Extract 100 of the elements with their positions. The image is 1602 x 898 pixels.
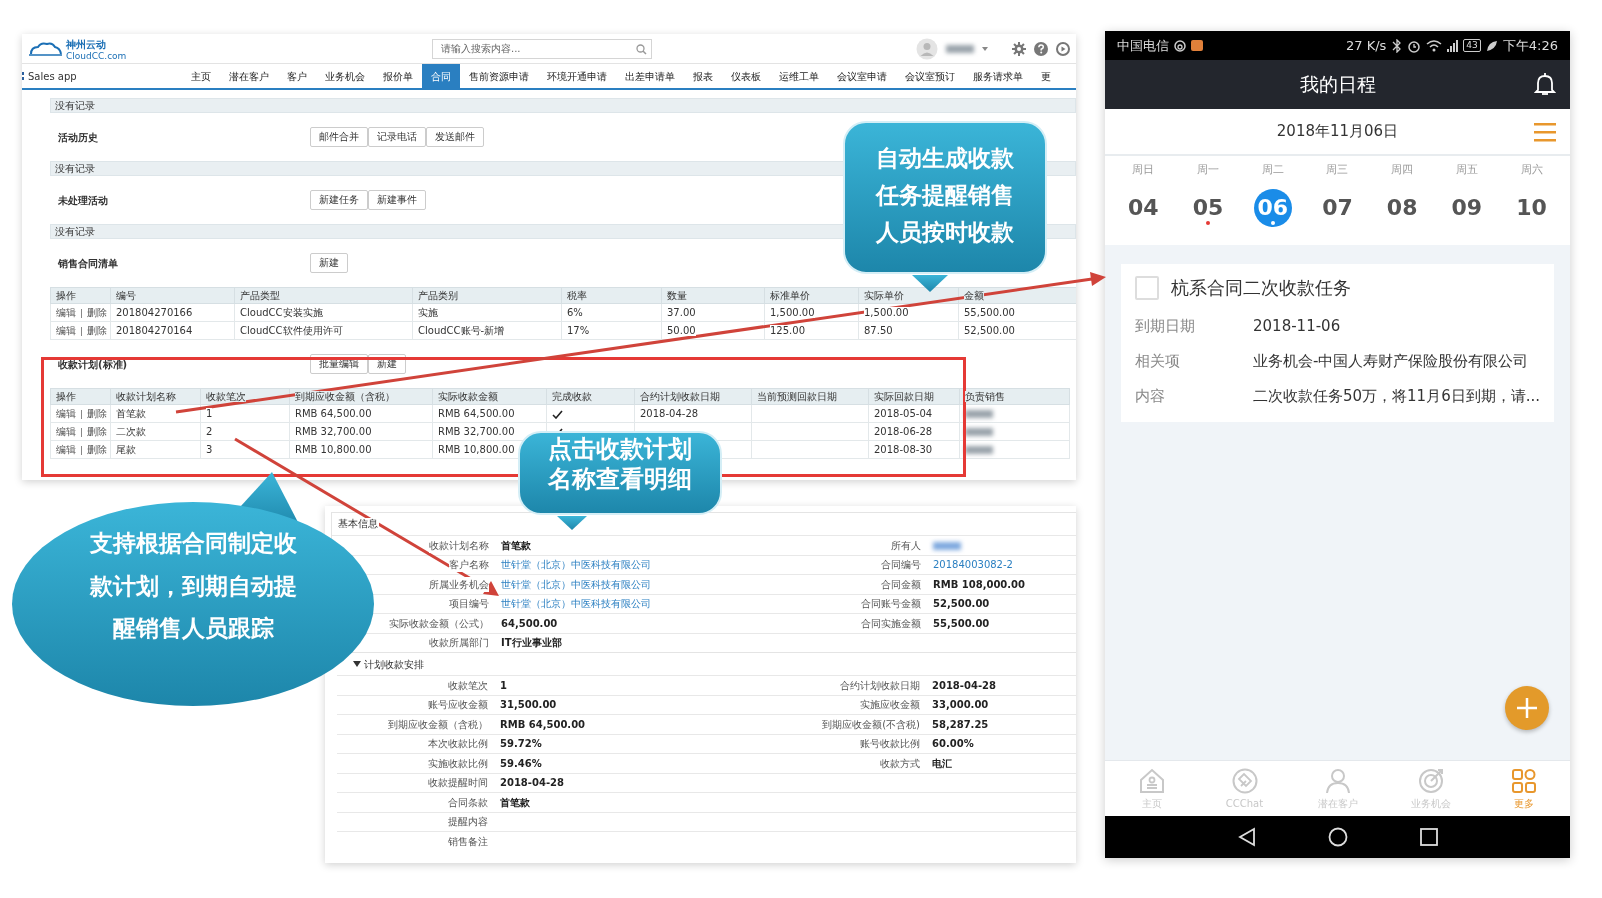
action-button[interactable]: 新建事件 (368, 190, 426, 210)
weekday-label: 周六 (1520, 162, 1543, 178)
field-link[interactable]: 世针堂（北京）中医科技有限公司 (501, 559, 651, 571)
field-value: 31,500.00 (500, 698, 558, 713)
empty-notice: 没有记录 (50, 98, 1076, 113)
field-label: 收款计划名称 (429, 537, 489, 553)
field-value: 2018-04-28 (500, 776, 565, 791)
calendar-day[interactable]: 04 (1124, 188, 1163, 227)
search-icon[interactable] (636, 43, 647, 55)
recents-icon[interactable] (1419, 828, 1438, 846)
table-cell: 6% (567, 307, 583, 318)
nav-tab[interactable]: 报表 (684, 64, 722, 88)
field-label: 项目编号 (449, 596, 489, 612)
edit-link[interactable]: 编辑 (56, 325, 76, 336)
table-cell: 201804270166 (116, 307, 193, 318)
delete-link[interactable]: 删除 (87, 444, 107, 455)
table-cell: 2018-05-04 (874, 408, 933, 419)
field-value: 二次收款任务50万，将11月6日到期，请... (1252, 386, 1540, 408)
back-icon[interactable] (1237, 827, 1256, 847)
field-label: 账号收款比例 (860, 736, 920, 752)
field-label: 到期应收金额(不含税) (822, 716, 920, 732)
nav-tab[interactable]: 会议室申请 (828, 64, 896, 88)
play-icon[interactable] (1056, 41, 1070, 56)
edit-link[interactable]: 编辑 (56, 408, 76, 419)
help-icon[interactable] (1034, 41, 1048, 56)
nav-tab[interactable]: 出差申请单 (616, 64, 684, 88)
callout-text: 点击收款计划 名称查看明细 (548, 434, 692, 494)
delete-link[interactable]: 删除 (87, 426, 107, 437)
table-cell: RMB 64,500.00 (438, 408, 515, 419)
delete-link[interactable]: 删除 (87, 325, 107, 336)
table-cell: 2 (206, 426, 213, 437)
column-header: 金额 (964, 290, 984, 301)
target-icon (1416, 766, 1445, 795)
field-value: 33,000.00 (932, 698, 990, 713)
nav-tab[interactable]: 业务机会 (316, 64, 374, 88)
column-header: 实际回款日期 (874, 391, 934, 402)
nav-tab[interactable]: 售前资源申请 (460, 64, 538, 88)
toggle-triangle-icon[interactable] (353, 660, 361, 668)
field-label: 相关项 (1135, 351, 1181, 373)
nav-tab[interactable]: 服务请求单 (964, 64, 1032, 88)
field-link[interactable]: 20184003082-2 (933, 559, 1013, 571)
field-label: 所有人 (891, 537, 921, 553)
column-header: 收款笔次 (206, 391, 246, 402)
nav-tab[interactable]: 更 (1032, 64, 1060, 88)
caret-icon[interactable] (982, 46, 988, 51)
column-header: 产品类型 (240, 290, 280, 301)
nav-tab[interactable]: 主页 (182, 64, 220, 88)
edit-link[interactable]: 编辑 (56, 307, 76, 318)
action-button[interactable]: 记录电话 (368, 127, 426, 147)
action-button[interactable]: 新建任务 (310, 190, 368, 210)
nav-tab[interactable]: 合同 (422, 64, 460, 88)
field-value: 首笔款 (501, 538, 532, 553)
battery-indicator: 43 (1463, 39, 1481, 52)
leaf-icon (1485, 39, 1498, 52)
home-button-icon[interactable] (1327, 827, 1348, 847)
checkbox[interactable] (1135, 275, 1159, 300)
table-cell: 实施 (418, 307, 438, 318)
calendar-day[interactable]: 07 (1318, 188, 1357, 227)
home-icon (1137, 766, 1166, 795)
blurred-name (965, 428, 993, 436)
person-icon (1323, 766, 1352, 795)
field-value: 59.46% (500, 756, 543, 771)
action-button[interactable]: 新建 (310, 253, 348, 273)
action-button[interactable]: 发送邮件 (426, 127, 484, 147)
field-value: IT行业事业部 (501, 636, 563, 651)
nav-tab[interactable]: 报价单 (374, 64, 422, 88)
nav-tab[interactable]: 仪表板 (722, 64, 770, 88)
delete-link[interactable]: 删除 (87, 408, 107, 419)
search-field[interactable]: 请输入搜索内容... (432, 38, 652, 59)
field-link[interactable]: 世针堂（北京）中医科技有限公司 (501, 598, 651, 610)
nav-tab[interactable]: 客户 (278, 64, 316, 88)
section-title: 活动历史 (57, 130, 99, 145)
calendar-day[interactable]: 10 (1512, 188, 1551, 227)
calendar-day[interactable]: 08 (1383, 188, 1422, 227)
table-cell: CloudCC软件使用许可 (240, 325, 343, 336)
nav-tab[interactable]: 会议室预订 (896, 64, 964, 88)
blurred-name (933, 541, 961, 550)
field-label: 所属业务机会 (429, 576, 489, 592)
network-speed: 27 K/s (1346, 36, 1387, 55)
table-cell: 17% (567, 325, 590, 336)
edit-link[interactable]: 编辑 (56, 426, 76, 437)
bell-icon[interactable] (1534, 72, 1556, 96)
logo-text: 神州云动 (66, 38, 106, 50)
calendar-day[interactable]: 09 (1447, 188, 1486, 227)
signal-icon (1447, 39, 1459, 52)
menu-icon[interactable] (1534, 122, 1556, 142)
nav-tab[interactable]: 运维工单 (770, 64, 828, 88)
edit-link[interactable]: 编辑 (56, 444, 76, 455)
app-name[interactable]: Sales app (28, 68, 77, 84)
calendar-day[interactable]: 05 (1189, 188, 1228, 227)
field-label: 提醒内容 (448, 814, 488, 830)
calendar-day[interactable]: 06 (1253, 188, 1292, 227)
action-button[interactable]: 邮件合并 (310, 127, 368, 147)
nav-tab[interactable]: 环境开通申请 (538, 64, 616, 88)
field-label: 收款所属部门 (429, 635, 489, 651)
delete-link[interactable]: 删除 (87, 307, 107, 318)
nav-tab[interactable]: 潜在客户 (220, 64, 278, 88)
section-title: 计划收款安排 (364, 657, 424, 672)
settings-icon[interactable] (1012, 41, 1026, 56)
field-link[interactable]: 世针堂（北京）中医科技有限公司 (501, 578, 651, 590)
